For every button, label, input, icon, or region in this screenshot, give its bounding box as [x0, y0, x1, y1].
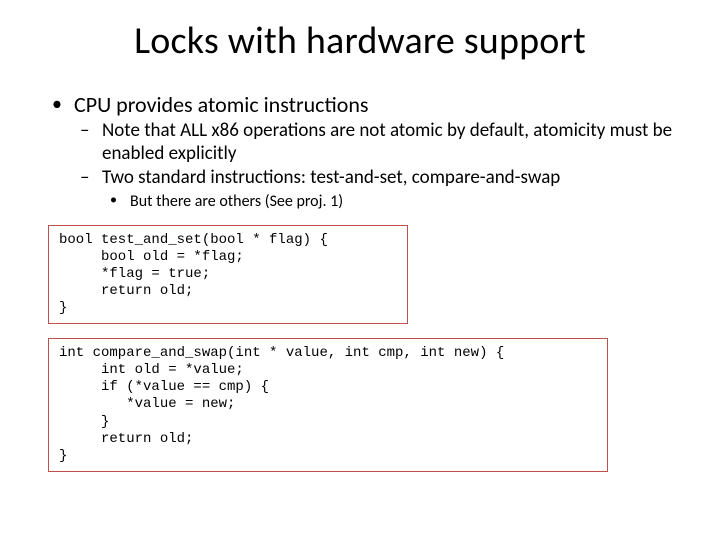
code-box-compare-and-swap: int compare_and_swap(int * value, int cm… [48, 338, 608, 472]
bullet-list-lvl1: CPU provides atomic instructions Note th… [46, 92, 674, 211]
code-box-test-and-set: bool test_and_set(bool * flag) { bool ol… [48, 225, 408, 324]
bullet-lvl1-item: CPU provides atomic instructions Note th… [46, 92, 674, 211]
bullet-lvl2-item: Note that ALL x86 operations are not ato… [74, 120, 674, 165]
bullet-lvl3-item: But there are others (See proj. 1) [102, 192, 674, 211]
code-block: int compare_and_swap(int * value, int cm… [59, 345, 597, 465]
bullet-lvl2-item: Two standard instructions: test-and-set,… [74, 167, 674, 211]
bullet-text: But there are others (See proj. 1) [130, 192, 343, 211]
bullet-list-lvl2: Note that ALL x86 operations are not ato… [74, 120, 674, 210]
bullet-list-lvl3: But there are others (See proj. 1) [102, 192, 674, 211]
slide: Locks with hardware support CPU provides… [0, 0, 720, 540]
slide-title: Locks with hardware support [46, 18, 674, 64]
code-block: bool test_and_set(bool * flag) { bool ol… [59, 232, 397, 317]
bullet-text: Two standard instructions: test-and-set,… [102, 166, 560, 189]
bullet-text: CPU provides atomic instructions [74, 91, 369, 118]
bullet-text: Note that ALL x86 operations are not ato… [102, 119, 672, 164]
